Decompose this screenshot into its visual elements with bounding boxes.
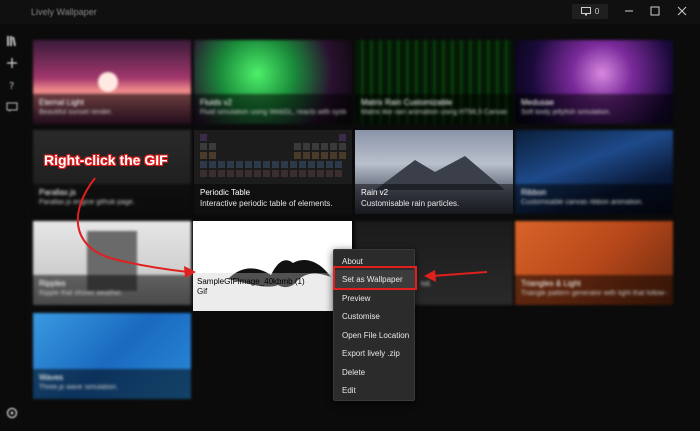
tile-title: Matrix Rain Customizable	[361, 98, 453, 107]
tile-title: Medusae	[521, 98, 554, 107]
close-icon	[677, 6, 687, 16]
svg-text:?: ?	[9, 81, 14, 91]
tile-title: Ripples	[39, 279, 66, 288]
tile-subtitle: Soft body jellyfish simulation.	[521, 109, 611, 116]
wallpaper-tile[interactable]: Rain v2 Customisable rain particles.	[355, 130, 513, 214]
library-icon[interactable]	[6, 34, 18, 47]
tile-subtitle: Customisable rain particles.	[361, 199, 460, 208]
tile-subtitle: Parallax.js engine github page.	[39, 199, 135, 206]
app-window: Lively Wallpaper 0 ? Eternal Light Beaut…	[0, 0, 700, 431]
title-bar: Lively Wallpaper 0	[0, 0, 700, 24]
monitor-icon	[580, 7, 591, 16]
gif-wallpaper-tile[interactable]: SampleGIFImage_40kbmb (1) Gif	[193, 221, 352, 311]
tile-title: Rain v2	[361, 188, 389, 197]
menu-item-edit[interactable]: Edit	[334, 381, 416, 400]
app-title: Lively Wallpaper	[31, 7, 97, 17]
wallpaper-tile[interactable]: Triangles & Light Triangle pattern genera…	[515, 221, 673, 305]
wallpaper-tile[interactable]: Parallax.js Parallax.js engine github pag…	[33, 130, 191, 214]
wallpaper-tile[interactable]: Fluids v2 Fluid simulation using WebGL, r…	[194, 40, 352, 124]
menu-item-preview[interactable]: Preview	[334, 289, 416, 308]
help-icon[interactable]: ?	[6, 78, 18, 92]
maximize-icon	[650, 6, 660, 16]
wallpaper-tile[interactable]: Ripples Ripple that shows weather.	[33, 221, 191, 305]
tile-title: SampleGIFImage_40kbmb (1)	[197, 277, 305, 286]
tile-subtitle: Fluid simulation using WebGL, reacts wit…	[200, 109, 346, 116]
tile-subtitle: Three.js wave simulation.	[39, 384, 118, 391]
wallpaper-tile[interactable]: Waves Three.js wave simulation.	[33, 313, 191, 399]
tile-title: Waves	[39, 373, 64, 382]
tile-subtitle: Interactive periodic table of elements.	[200, 199, 333, 208]
feedback-icon[interactable]	[6, 100, 18, 112]
close-button[interactable]	[672, 3, 692, 19]
tile-subtitle: Ripple that shows weather.	[39, 290, 123, 297]
menu-item-open-file-location[interactable]: Open File Location	[334, 326, 416, 345]
periodic-table-thumbnail	[200, 134, 346, 177]
screen-select-button[interactable]: 0	[572, 4, 608, 19]
tile-subtitle: Triangle pattern generator with light th…	[521, 290, 667, 297]
side-navigation: ?	[0, 24, 24, 431]
minimize-button[interactable]	[619, 3, 639, 19]
tile-subtitle: Customisable canvas ribbon animation.	[521, 199, 644, 206]
tile-title: Eternal Light	[39, 98, 84, 107]
menu-item-export-zip[interactable]: Export lively .zip	[334, 344, 416, 363]
minimize-icon	[625, 10, 633, 12]
tile-title: Parallax.js	[39, 188, 76, 197]
tile-subtitle: Matrix like rain animation using HTML5 C…	[361, 109, 507, 116]
add-icon[interactable]	[6, 56, 18, 68]
menu-item-customise[interactable]: Customise	[334, 307, 416, 326]
sun-icon	[98, 72, 118, 92]
wallpaper-tile[interactable]: Matrix Rain Customizable Matrix like rain…	[355, 40, 513, 124]
screen-count: 0	[594, 7, 600, 16]
settings-icon[interactable]	[6, 406, 18, 419]
wallpaper-tile[interactable]: Eternal Light Beautiful sunset render.	[33, 40, 191, 124]
tile-title: Triangles & Light	[521, 279, 581, 288]
annotation-label: Right-click the GIF	[44, 152, 168, 168]
wallpaper-tile[interactable]: Periodic Table Interactive periodic table…	[194, 130, 352, 214]
highlight-box	[333, 266, 417, 290]
tile-subtitle: Beautiful sunset render.	[39, 109, 113, 116]
tile-title: Fluids v2	[200, 98, 233, 107]
maximize-button[interactable]	[645, 3, 665, 19]
menu-item-delete[interactable]: Delete	[334, 363, 416, 382]
tile-title: Ribbon	[521, 188, 547, 197]
tile-subtitle: Gif	[197, 287, 208, 296]
wallpaper-tile[interactable]: Medusae Soft body jellyfish simulation.	[515, 40, 673, 124]
tile-title: Periodic Table	[200, 188, 251, 197]
wallpaper-tile[interactable]: Ribbon Customisable canvas ribbon animati…	[515, 130, 673, 214]
